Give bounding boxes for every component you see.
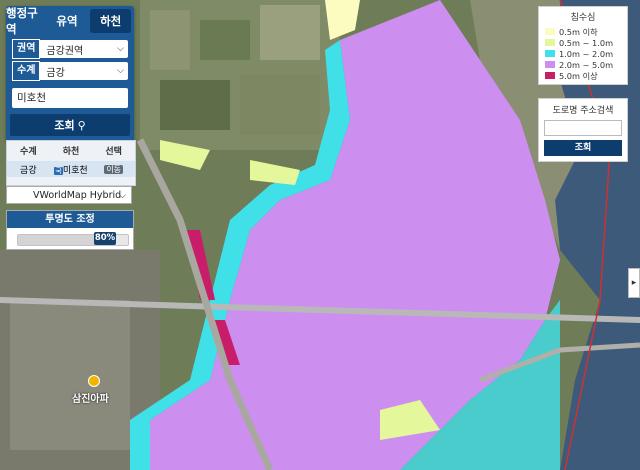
table-row[interactable]: 금강 국미호천 이동	[7, 161, 135, 177]
result-header: 수계 하천 선택	[7, 141, 135, 159]
search-icon: ⚲	[77, 118, 86, 132]
transparency-title: 투명도 조정	[7, 211, 133, 228]
legend-label: 1.0m ~ 2.0m	[559, 48, 614, 59]
system-select[interactable]: 수계 금강 ⌵	[12, 61, 128, 81]
poi-label: 삼진아파	[72, 394, 109, 405]
legend-label: 5.0m 이상	[559, 70, 598, 81]
basemap-value: VWorldMap Hybrid	[33, 190, 122, 201]
legend-item: 0.5m 이하	[545, 26, 621, 37]
legend-swatch	[545, 72, 555, 79]
depth-legend: 침수심 0.5m 이하 0.5m ~ 1.0m 1.0m ~ 2.0m 2.0m…	[538, 6, 628, 85]
basin-select[interactable]: 권역 금강권역 ⌵	[12, 39, 128, 59]
legend-label: 0.5m ~ 1.0m	[559, 37, 614, 48]
address-search: 도로명 주소검색 조회	[538, 98, 628, 162]
national-badge: 국	[54, 166, 63, 175]
system-label: 수계	[12, 61, 41, 81]
legend-title: 침수심	[570, 13, 596, 23]
legend-item: 0.5m ~ 1.0m	[545, 37, 621, 48]
basin-value: 금강권역	[46, 45, 84, 57]
search-button[interactable]: 조회 ⚲	[10, 114, 130, 136]
address-title: 도로명 주소검색	[552, 106, 614, 116]
legend-item: 5.0m 이상	[545, 70, 621, 81]
legend-swatch	[545, 50, 555, 57]
legend-item: 1.0m ~ 2.0m	[545, 48, 621, 59]
address-input[interactable]	[544, 120, 622, 136]
poi-marker-icon[interactable]	[88, 375, 100, 387]
search-panel: 행정구역 유역 하천 권역 금강권역 ⌵ 수계 금강 ⌵ 미호천 조회 ⚲	[6, 6, 134, 142]
col-river: 하천	[62, 146, 80, 157]
river-name-input[interactable]: 미호천	[12, 88, 128, 108]
tab-river[interactable]: 하천	[90, 9, 132, 33]
basemap-select[interactable]: VWorldMap Hybrid ⌵	[6, 186, 132, 204]
row-action: 이동	[92, 164, 135, 175]
chevron-right-icon[interactable]: ▸	[628, 268, 640, 298]
slider-handle[interactable]: 80%	[94, 232, 116, 245]
legend-item: 2.0m ~ 5.0m	[545, 59, 621, 70]
col-system: 수계	[20, 146, 37, 157]
transparency-control: 투명도 조정 80%	[6, 210, 134, 250]
basin-label: 권역	[12, 39, 41, 59]
legend-swatch	[545, 28, 555, 35]
row-river-name: 미호천	[62, 165, 88, 176]
legend-swatch	[545, 61, 555, 68]
chevron-down-icon: ⌵	[119, 191, 126, 201]
result-table: 수계 하천 선택 금강 국미호천 이동	[6, 140, 136, 186]
legend-swatch	[545, 39, 555, 46]
legend-label: 0.5m 이하	[559, 26, 598, 37]
tab-bar: 행정구역 유역 하천	[6, 6, 134, 36]
search-button-label: 조회	[54, 119, 75, 132]
tab-admin[interactable]: 행정구역	[6, 6, 47, 36]
row-river: 국미호천	[50, 163, 93, 176]
tab-basin[interactable]: 유역	[47, 6, 88, 36]
chevron-down-icon: ⌵	[117, 66, 124, 76]
row-system: 금강	[20, 165, 37, 176]
system-value: 금강	[46, 67, 65, 79]
col-select: 선택	[105, 146, 122, 157]
move-button[interactable]: 이동	[104, 164, 124, 174]
legend-label: 2.0m ~ 5.0m	[559, 59, 614, 70]
address-search-button[interactable]: 조회	[544, 140, 622, 156]
slider-fill	[18, 235, 106, 245]
chevron-down-icon: ⌵	[117, 44, 124, 54]
